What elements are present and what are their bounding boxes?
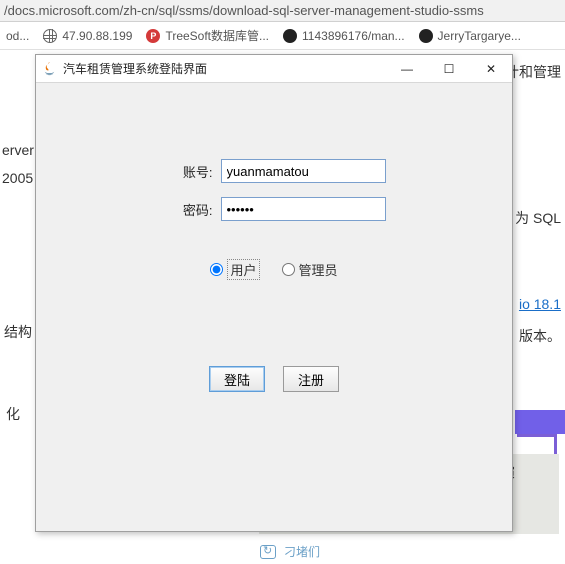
treesoft-icon: P <box>146 29 160 43</box>
role-radio-group: 用户 管理员 <box>36 259 512 280</box>
bookmark-label: TreeSoft数据库管... <box>165 27 269 44</box>
account-input[interactable] <box>221 159 386 183</box>
role-admin-radio[interactable]: 管理员 <box>282 259 338 280</box>
role-admin-label: 管理员 <box>299 260 338 279</box>
bg-text: 2005 <box>2 162 33 196</box>
password-input[interactable] <box>221 197 386 221</box>
bg-text: 为 SQL <box>515 202 561 236</box>
bg-link[interactable]: io 18.1 <box>519 288 561 322</box>
bookmark-bar: od... 47.90.88.199 P TreeSoft数据库管... 114… <box>0 22 565 50</box>
login-window: 汽车租赁管理系统登陆界面 — ☐ ✕ 账号: 密码: 用户 管理员 <box>35 54 513 532</box>
bookmark-label: od... <box>6 29 29 43</box>
role-user-input[interactable] <box>210 263 223 276</box>
window-title: 汽车租赁管理系统登陆界面 <box>63 60 386 77</box>
password-row: 密码: <box>36 197 512 221</box>
register-button[interactable]: 注册 <box>283 366 339 392</box>
java-icon <box>42 61 57 76</box>
bottom-toolbar: 刁堵们 <box>260 543 320 560</box>
bookmark-item-github2[interactable]: JerryTargarye... <box>419 29 521 43</box>
url-text: /docs.microsoft.com/zh-cn/sql/ssms/downl… <box>4 3 484 18</box>
close-icon: ✕ <box>486 62 496 76</box>
bottom-text: 刁堵们 <box>284 543 320 560</box>
maximize-button[interactable]: ☐ <box>428 55 470 82</box>
globe-icon <box>43 29 57 43</box>
window-titlebar[interactable]: 汽车租赁管理系统登陆界面 — ☐ ✕ <box>36 55 512 83</box>
github-icon <box>283 29 297 43</box>
role-admin-input[interactable] <box>282 263 295 276</box>
close-button[interactable]: ✕ <box>470 55 512 82</box>
maximize-icon: ☐ <box>444 62 455 76</box>
bookmark-label: 1143896176/man... <box>302 29 405 43</box>
bg-text: 版本。 <box>519 320 561 354</box>
bookmark-item-ip[interactable]: 47.90.88.199 <box>43 29 132 43</box>
browser-url-bar[interactable]: /docs.microsoft.com/zh-cn/sql/ssms/downl… <box>0 0 565 22</box>
bookmark-item-github1[interactable]: 1143896176/man... <box>283 29 405 43</box>
bg-text: 计和管理 <box>505 56 561 90</box>
login-form: 账号: 密码: 用户 管理员 登陆 注册 <box>36 83 512 392</box>
bg-text: 化 <box>6 398 20 432</box>
window-controls: — ☐ ✕ <box>386 55 512 82</box>
bookmark-label: JerryTargarye... <box>438 29 521 43</box>
bookmark-item-treesoft[interactable]: P TreeSoft数据库管... <box>146 27 269 44</box>
bookmark-label: 47.90.88.199 <box>62 29 132 43</box>
bg-text: 结构 <box>4 316 32 350</box>
minimize-button[interactable]: — <box>386 55 428 82</box>
account-row: 账号: <box>36 159 512 183</box>
github-icon <box>419 29 433 43</box>
role-user-radio[interactable]: 用户 <box>210 259 259 280</box>
login-button[interactable]: 登陆 <box>209 366 265 392</box>
role-user-label: 用户 <box>227 259 259 280</box>
action-buttons: 登陆 注册 <box>36 366 512 392</box>
refresh-icon[interactable] <box>260 545 276 559</box>
bookmark-item-truncated[interactable]: od... <box>6 29 29 43</box>
password-label: 密码: <box>163 200 213 219</box>
minimize-icon: — <box>401 62 413 76</box>
bg-purple-button[interactable] <box>515 410 565 434</box>
account-label: 账号: <box>163 162 213 181</box>
